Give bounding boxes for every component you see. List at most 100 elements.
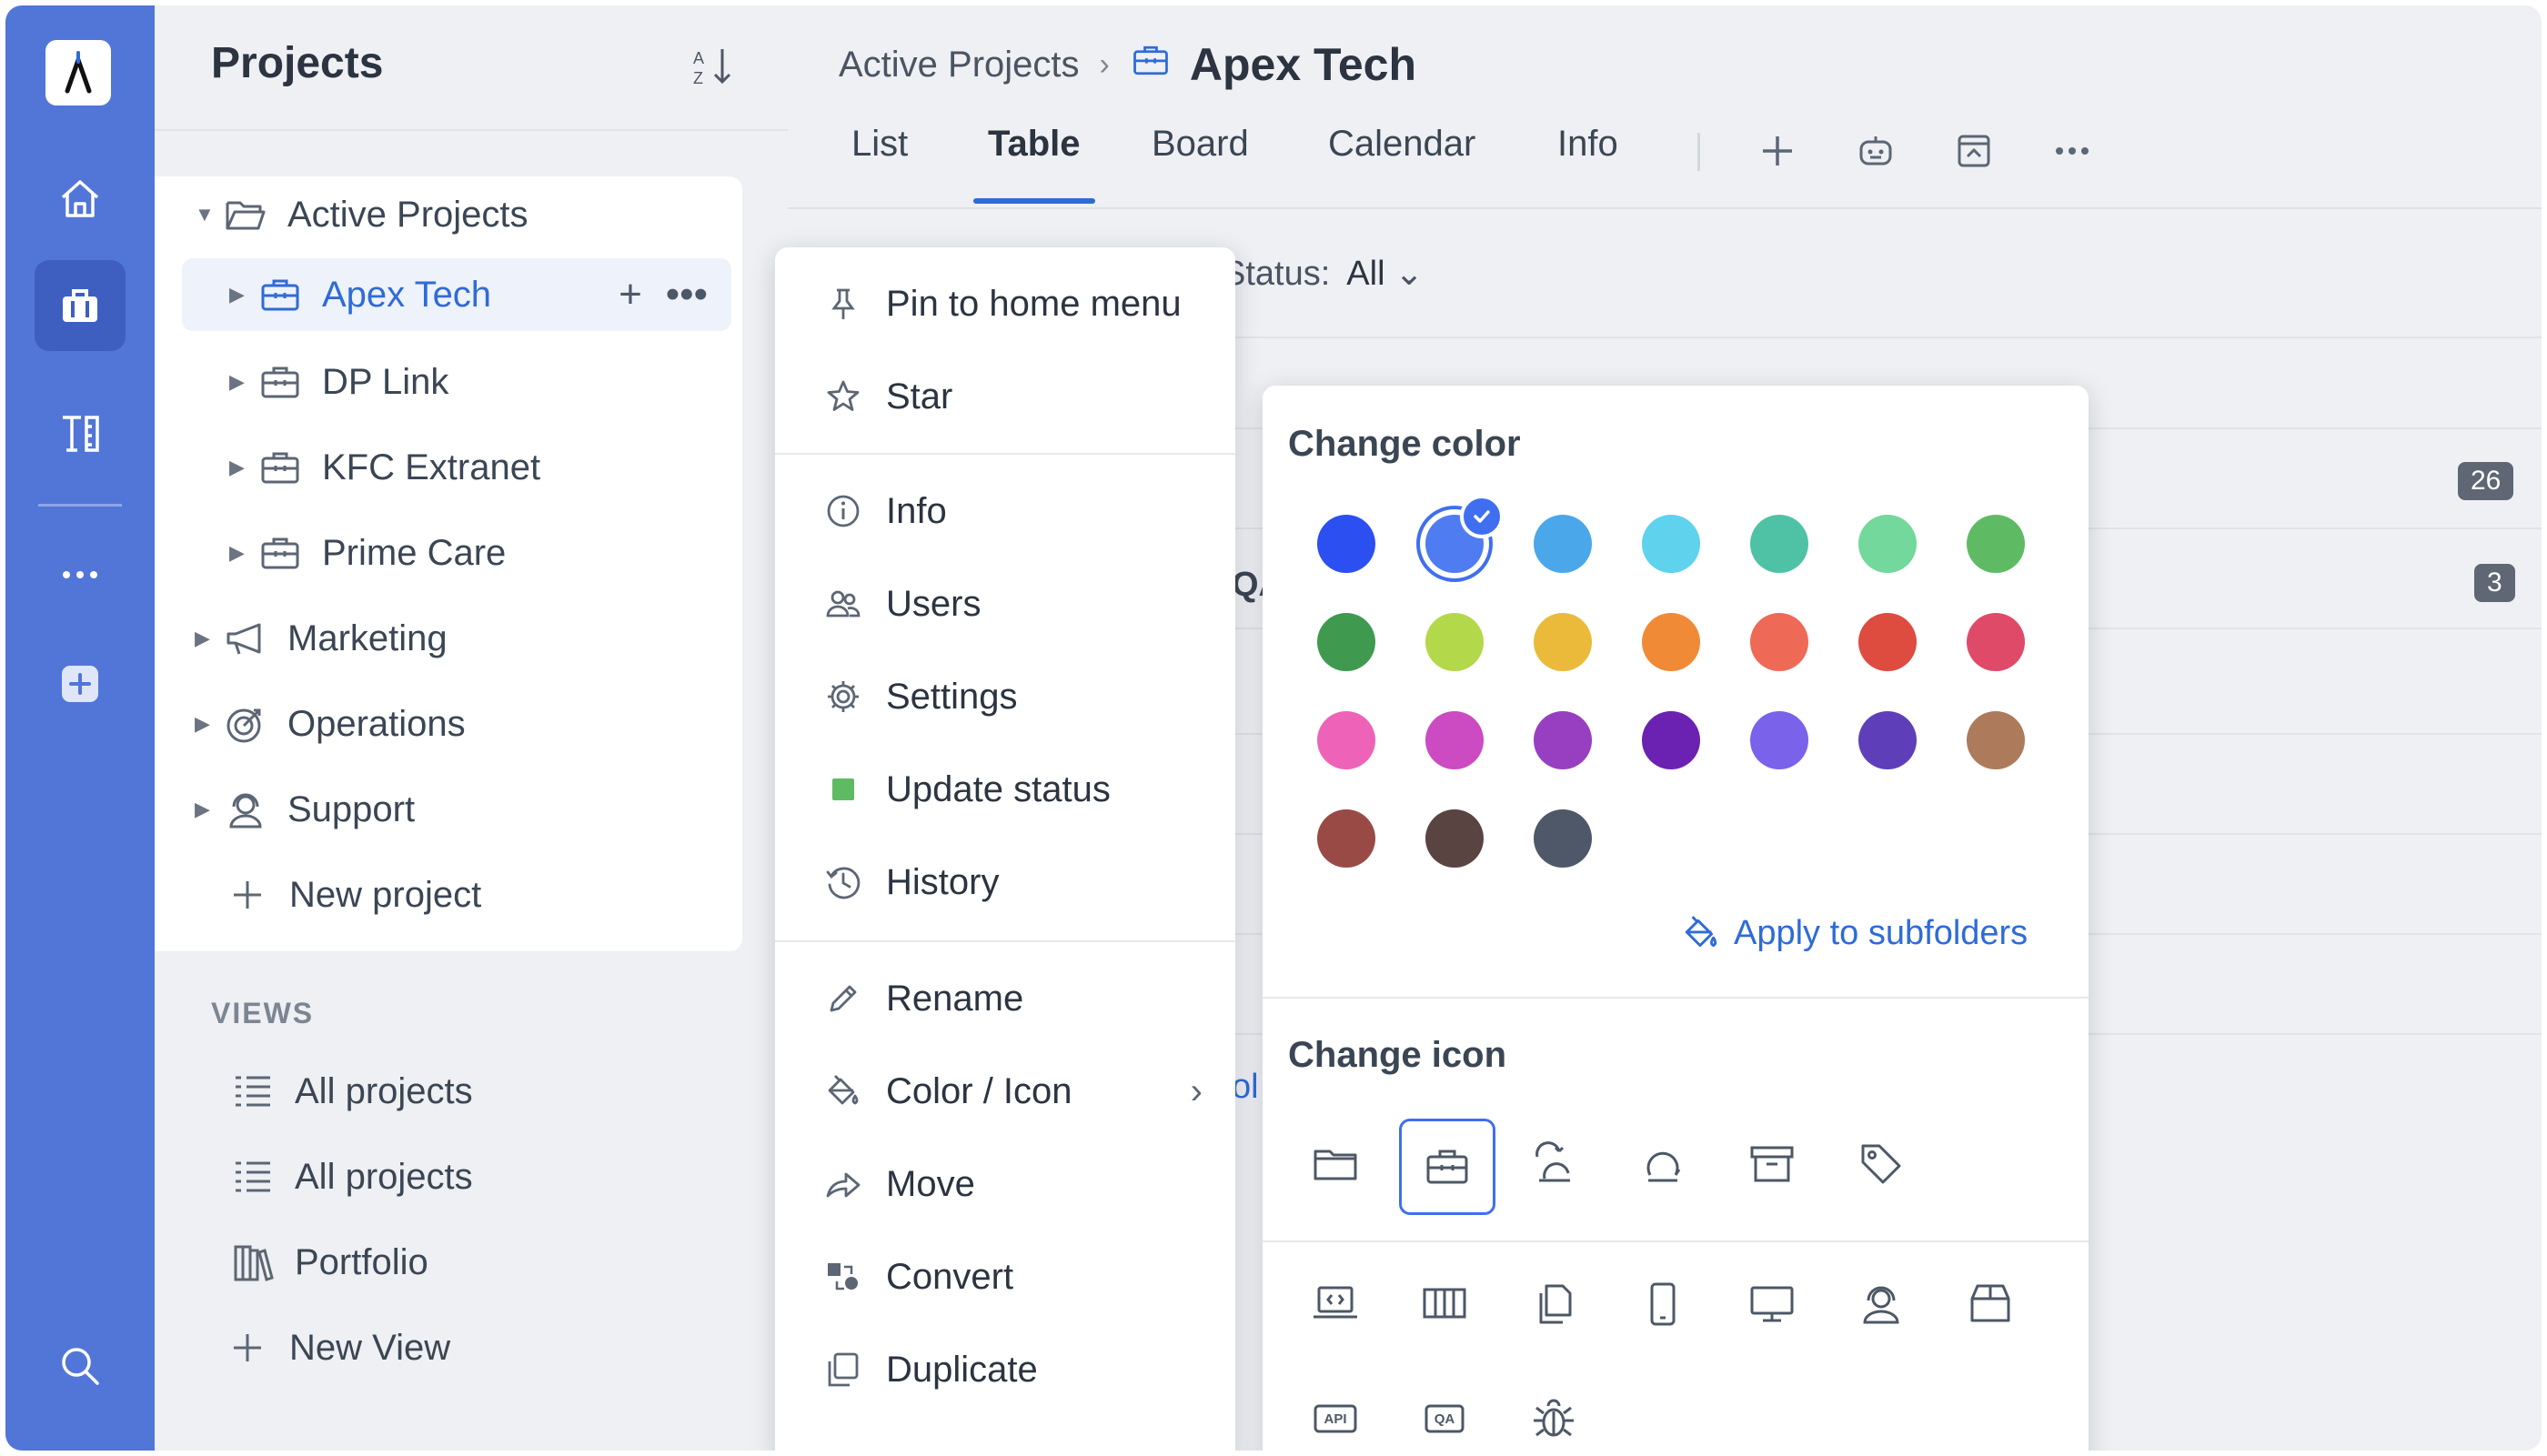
menu-item-info[interactable]: Info <box>775 466 1235 557</box>
menu-item-move[interactable]: Move <box>775 1139 1235 1230</box>
color-swatch[interactable] <box>1317 711 1375 769</box>
mobile-icon[interactable] <box>1617 1259 1708 1350</box>
menu-item-users[interactable]: Users <box>775 558 1235 649</box>
rotate-icon[interactable] <box>1617 1119 1708 1210</box>
tree-item-active-projects[interactable]: ▼ Active Projects <box>195 178 529 251</box>
menu-item-history[interactable]: History <box>775 837 1235 928</box>
laptop-code-icon[interactable] <box>1290 1259 1381 1350</box>
add-subproject-icon[interactable]: + <box>619 272 642 317</box>
tab-list[interactable]: List <box>851 124 908 204</box>
status-value: All <box>1346 255 1385 293</box>
color-swatch[interactable] <box>1858 613 1917 671</box>
link-text-partial[interactable]: ol <box>1232 1068 1259 1107</box>
menu-item-pin[interactable]: Pin to home menu <box>775 258 1235 349</box>
caret-right-icon[interactable]: ▶ <box>195 798 220 821</box>
list-icon <box>227 1151 278 1202</box>
folder-icon[interactable] <box>1290 1119 1381 1210</box>
color-swatch[interactable] <box>1750 711 1808 769</box>
tree-item-apex-tech[interactable]: ▶ Apex Tech + ••• <box>182 258 731 331</box>
menu-item-settings[interactable]: Settings <box>775 651 1235 742</box>
caret-right-icon[interactable]: ▶ <box>229 456 255 479</box>
color-swatch[interactable] <box>1750 613 1808 671</box>
caret-right-icon[interactable]: ▶ <box>229 541 255 565</box>
sort-icon[interactable]: AZ <box>691 44 737 89</box>
briefcase-icon[interactable] <box>35 260 126 351</box>
color-swatch[interactable] <box>1858 711 1917 769</box>
color-swatch[interactable] <box>1534 809 1592 868</box>
menu-item-color-icon[interactable]: Color / Icon › <box>775 1046 1235 1137</box>
view-item-all-projects[interactable]: All projects <box>227 1055 473 1128</box>
tab-board[interactable]: Board <box>1152 124 1249 204</box>
color-swatch[interactable] <box>1858 515 1917 573</box>
add-icon[interactable] <box>35 638 126 729</box>
color-swatch[interactable] <box>1642 613 1700 671</box>
color-swatch[interactable] <box>1750 515 1808 573</box>
more-options-icon[interactable]: ••• <box>666 272 708 317</box>
color-swatch[interactable] <box>1642 515 1700 573</box>
color-swatch[interactable] <box>1967 515 2025 573</box>
api-icon[interactable]: API <box>1290 1373 1381 1451</box>
briefcase-icon <box>255 442 306 493</box>
briefcase-icon[interactable] <box>1399 1119 1495 1215</box>
caret-right-icon[interactable]: ▶ <box>195 712 220 736</box>
color-swatch[interactable] <box>1967 613 2025 671</box>
color-swatch[interactable] <box>1534 711 1592 769</box>
tools-icon[interactable] <box>35 387 126 478</box>
tab-info[interactable]: Info <box>1557 124 1618 204</box>
tree-item-prime-care[interactable]: ▶ Prime Care <box>229 517 506 589</box>
color-swatch[interactable] <box>1425 613 1484 671</box>
tree-item-dp-link[interactable]: ▶ DP Link <box>229 346 448 418</box>
breadcrumb-parent[interactable]: Active Projects <box>839 45 1080 85</box>
caret-right-icon[interactable]: ▶ <box>229 370 255 394</box>
tree-item-kfc-extranet[interactable]: ▶ KFC Extranet <box>229 431 540 504</box>
search-icon[interactable] <box>35 1320 126 1411</box>
menu-item-star[interactable]: Star <box>775 351 1235 442</box>
color-swatch[interactable] <box>1317 515 1375 573</box>
tree-item-marketing[interactable]: ▶ Marketing <box>195 602 448 675</box>
menu-item-update-status[interactable]: Update status <box>775 744 1235 835</box>
menu-label: Move <box>886 1163 975 1204</box>
menu-item-convert[interactable]: Convert <box>775 1231 1235 1322</box>
collapse-panel-icon[interactable] <box>1947 124 2001 178</box>
color-swatch[interactable] <box>1534 515 1592 573</box>
view-item-all-projects-2[interactable]: All projects <box>227 1140 473 1213</box>
archive-icon[interactable] <box>1727 1119 1817 1210</box>
new-project-button[interactable]: New project <box>227 859 481 931</box>
color-swatch[interactable] <box>1967 711 2025 769</box>
store-icon[interactable] <box>1945 1259 2036 1350</box>
menu-item-duplicate[interactable]: Duplicate <box>775 1324 1235 1415</box>
view-item-portfolio[interactable]: Portfolio <box>227 1226 428 1299</box>
desktop-icon[interactable] <box>1727 1259 1817 1350</box>
color-swatch[interactable] <box>1534 613 1592 671</box>
tab-calendar[interactable]: Calendar <box>1328 124 1475 204</box>
logo-icon[interactable] <box>45 40 111 105</box>
status-filter[interactable]: Status: All ⌄ <box>1223 253 1424 294</box>
copy-icon[interactable] <box>1508 1259 1599 1350</box>
menu-item-rename[interactable]: Rename <box>775 953 1235 1044</box>
tag-icon[interactable] <box>1836 1119 1927 1210</box>
tab-table[interactable]: Table <box>988 124 1081 204</box>
support-agent-icon[interactable] <box>1836 1259 1927 1350</box>
route-icon[interactable] <box>1508 1119 1599 1210</box>
apply-subfolders-link[interactable]: Apply to subfolders <box>1681 913 2028 953</box>
qa-icon[interactable]: QA <box>1399 1373 1490 1451</box>
color-swatch[interactable] <box>1317 613 1375 671</box>
more-icon[interactable] <box>2045 124 2099 178</box>
tree-item-support[interactable]: ▶ Support <box>195 773 415 846</box>
caret-right-icon[interactable]: ▶ <box>195 627 220 650</box>
bug-icon[interactable] <box>1508 1373 1599 1451</box>
more-icon[interactable] <box>35 529 126 620</box>
home-icon[interactable] <box>35 153 126 244</box>
caret-down-icon[interactable]: ▼ <box>195 203 220 226</box>
color-swatch[interactable] <box>1425 809 1484 868</box>
color-swatch[interactable] <box>1317 809 1375 868</box>
tree-item-operations[interactable]: ▶ Operations <box>195 688 466 760</box>
add-view-icon[interactable] <box>1750 124 1805 178</box>
tree-label: New project <box>289 874 482 915</box>
color-swatch[interactable] <box>1425 711 1484 769</box>
robot-icon[interactable] <box>1848 124 1903 178</box>
book-open-icon[interactable] <box>1399 1259 1490 1350</box>
new-view-button[interactable]: New View <box>227 1311 450 1384</box>
caret-right-icon[interactable]: ▶ <box>229 283 255 306</box>
color-swatch[interactable] <box>1642 711 1700 769</box>
